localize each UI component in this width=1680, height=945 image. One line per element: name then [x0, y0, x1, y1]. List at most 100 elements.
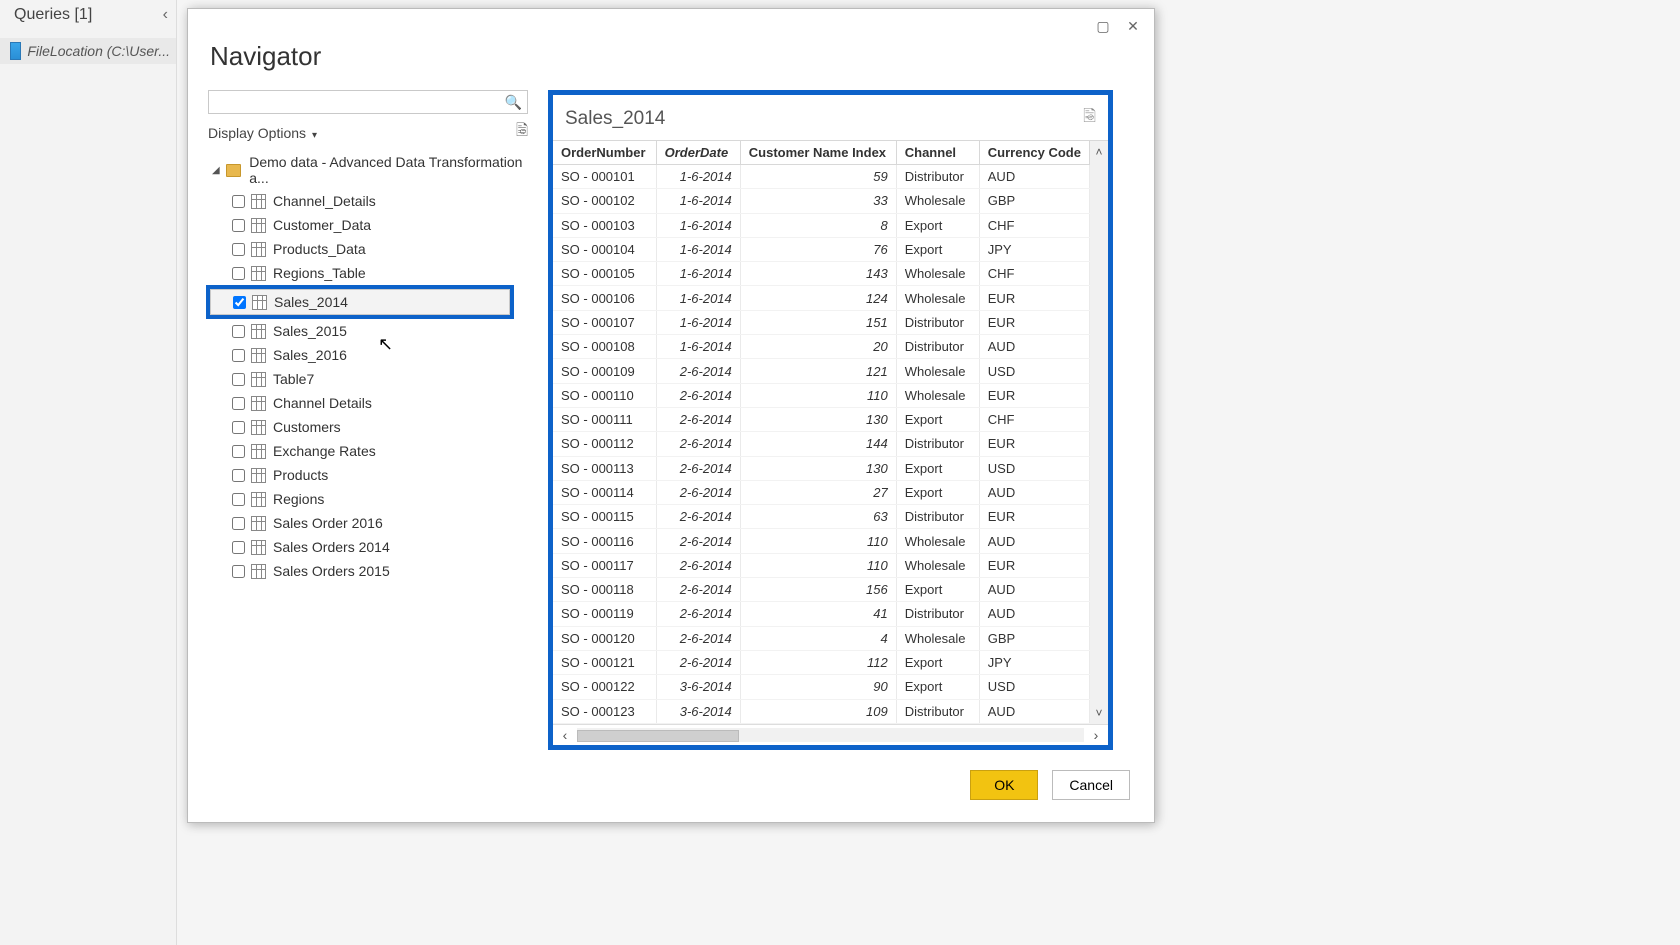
- scroll-right-icon[interactable]: ›: [1084, 727, 1108, 743]
- table-row[interactable]: SO - 0001223-6-201490ExportUSD: [553, 675, 1090, 699]
- scroll-down-icon[interactable]: ˅: [1095, 702, 1102, 724]
- search-icon[interactable]: 🔍: [505, 94, 522, 111]
- cancel-button[interactable]: Cancel: [1052, 770, 1130, 800]
- table-row[interactable]: SO - 0001162-6-2014110WholesaleAUD: [553, 529, 1090, 553]
- table-row[interactable]: SO - 0001172-6-2014110WholesaleEUR: [553, 553, 1090, 577]
- scroll-up-icon[interactable]: ˄: [1095, 141, 1102, 163]
- ok-button[interactable]: OK: [970, 770, 1038, 800]
- tree-item[interactable]: Sales Orders 2014: [208, 535, 540, 559]
- tree-item[interactable]: Sales Order 2016: [208, 511, 540, 535]
- column-header[interactable]: OrderDate: [656, 141, 740, 165]
- hscroll-track[interactable]: [577, 728, 1084, 742]
- column-header[interactable]: Channel: [896, 141, 979, 165]
- table-row[interactable]: SO - 0001092-6-2014121WholesaleUSD: [553, 359, 1090, 383]
- table-row[interactable]: SO - 0001051-6-2014143WholesaleCHF: [553, 262, 1090, 286]
- tree-item-checkbox[interactable]: [232, 243, 245, 256]
- tree-item-checkbox[interactable]: [232, 195, 245, 208]
- root-label: Demo data - Advanced Data Transformation…: [249, 154, 536, 186]
- table-row[interactable]: SO - 0001152-6-201463DistributorEUR: [553, 505, 1090, 529]
- scroll-left-icon[interactable]: ‹: [553, 727, 577, 743]
- window-maximize-icon[interactable]: ▢: [1088, 15, 1118, 37]
- tree-item-checkbox[interactable]: [232, 267, 245, 280]
- queries-collapse-icon[interactable]: ‹: [163, 6, 168, 24]
- table-row[interactable]: SO - 0001041-6-201476ExportJPY: [553, 237, 1090, 261]
- table-cell: Export: [896, 650, 979, 674]
- tree-item-checkbox[interactable]: [232, 373, 245, 386]
- table-row[interactable]: SO - 0001142-6-201427ExportAUD: [553, 480, 1090, 504]
- column-header[interactable]: Customer Name Index: [740, 141, 896, 165]
- table-cell: Wholesale: [896, 529, 979, 553]
- tree-item-checkbox[interactable]: [232, 219, 245, 232]
- tree-item[interactable]: Sales_2015: [208, 319, 540, 343]
- tree-item-checkbox[interactable]: [232, 349, 245, 362]
- tree-item-checkbox[interactable]: [232, 517, 245, 530]
- tree-item[interactable]: Products_Data: [208, 237, 540, 261]
- tree-item[interactable]: Regions_Table: [208, 261, 540, 285]
- tree-item-checkbox[interactable]: [232, 541, 245, 554]
- table-row[interactable]: SO - 0001081-6-201420DistributorAUD: [553, 335, 1090, 359]
- table-cell: 1-6-2014: [656, 262, 740, 286]
- table-row[interactable]: SO - 0001202-6-20144WholesaleGBP: [553, 626, 1090, 650]
- tree-item[interactable]: Table7: [208, 367, 540, 391]
- tree-item-checkbox[interactable]: [232, 493, 245, 506]
- search-input[interactable]: [208, 90, 528, 114]
- expand-icon[interactable]: ◢: [212, 165, 220, 176]
- tree-item[interactable]: Regions: [208, 487, 540, 511]
- table-row[interactable]: SO - 0001102-6-2014110WholesaleEUR: [553, 383, 1090, 407]
- tree-item[interactable]: Customers: [208, 415, 540, 439]
- table-cell: Distributor: [896, 310, 979, 334]
- table-row[interactable]: SO - 0001182-6-2014156ExportAUD: [553, 578, 1090, 602]
- preview-panel: Sales_2014 🗟 OrderNumberOrderDateCustome…: [548, 90, 1113, 750]
- table-cell: AUD: [979, 480, 1089, 504]
- table-cell: 63: [740, 505, 896, 529]
- horizontal-scrollbar[interactable]: ‹ ›: [553, 724, 1108, 745]
- tree-item[interactable]: Sales Orders 2015: [208, 559, 540, 583]
- tree-item[interactable]: Exchange Rates: [208, 439, 540, 463]
- query-item[interactable]: FileLocation (C:\User...: [0, 38, 176, 64]
- column-header[interactable]: OrderNumber: [553, 141, 656, 165]
- vertical-scrollbar[interactable]: ˄ ˅: [1090, 141, 1108, 724]
- table-icon: [251, 396, 266, 411]
- tree-item[interactable]: Products: [208, 463, 540, 487]
- hscroll-thumb[interactable]: [577, 730, 739, 742]
- tree-item-checkbox[interactable]: [232, 565, 245, 578]
- tree-item[interactable]: Channel_Details: [208, 189, 540, 213]
- table-cell: Distributor: [896, 602, 979, 626]
- tree-item-checkbox[interactable]: [232, 469, 245, 482]
- tree-item[interactable]: Sales_2014: [210, 289, 510, 315]
- table-row[interactable]: SO - 0001071-6-2014151DistributorEUR: [553, 310, 1090, 334]
- tree-item-checkbox[interactable]: [232, 325, 245, 338]
- tree-item-checkbox[interactable]: [233, 296, 246, 309]
- table-row[interactable]: SO - 0001132-6-2014130ExportUSD: [553, 456, 1090, 480]
- table-header-row: OrderNumberOrderDateCustomer Name IndexC…: [553, 141, 1090, 165]
- refresh-icon[interactable]: 🗟: [516, 120, 528, 145]
- table-row[interactable]: SO - 0001233-6-2014109DistributorAUD: [553, 699, 1090, 723]
- table-row[interactable]: SO - 0001061-6-2014124WholesaleEUR: [553, 286, 1090, 310]
- preview-table[interactable]: OrderNumberOrderDateCustomer Name IndexC…: [553, 141, 1090, 724]
- table-row[interactable]: SO - 0001031-6-20148ExportCHF: [553, 213, 1090, 237]
- tree-item-label: Customers: [273, 419, 341, 435]
- tree-item-checkbox[interactable]: [232, 445, 245, 458]
- table-row[interactable]: SO - 0001021-6-201433WholesaleGBP: [553, 189, 1090, 213]
- table-row[interactable]: SO - 0001112-6-2014130ExportCHF: [553, 407, 1090, 431]
- tree-item-checkbox[interactable]: [232, 397, 245, 410]
- tree-item[interactable]: Sales_2016: [208, 343, 540, 367]
- table-cell: SO - 000117: [553, 553, 656, 577]
- window-close-icon[interactable]: ✕: [1118, 15, 1148, 37]
- table-row[interactable]: SO - 0001122-6-2014144DistributorEUR: [553, 432, 1090, 456]
- table-row[interactable]: SO - 0001011-6-201459DistributorAUD: [553, 165, 1090, 189]
- table-cell: 121: [740, 359, 896, 383]
- table-cell: USD: [979, 675, 1089, 699]
- tree-item[interactable]: Customer_Data: [208, 213, 540, 237]
- display-options-dropdown[interactable]: Display Options ▾: [208, 125, 317, 141]
- tree-root[interactable]: ◢ Demo data - Advanced Data Transformati…: [208, 151, 540, 189]
- table-row[interactable]: SO - 0001212-6-2014112ExportJPY: [553, 650, 1090, 674]
- table-cell: EUR: [979, 286, 1089, 310]
- tree-item-checkbox[interactable]: [232, 421, 245, 434]
- table-row[interactable]: SO - 0001192-6-201441DistributorAUD: [553, 602, 1090, 626]
- dialog-title: Navigator: [210, 41, 1134, 72]
- table-cell: 144: [740, 432, 896, 456]
- tree-item[interactable]: Channel Details: [208, 391, 540, 415]
- column-header[interactable]: Currency Code: [979, 141, 1089, 165]
- preview-options-icon[interactable]: 🗟: [1083, 105, 1096, 132]
